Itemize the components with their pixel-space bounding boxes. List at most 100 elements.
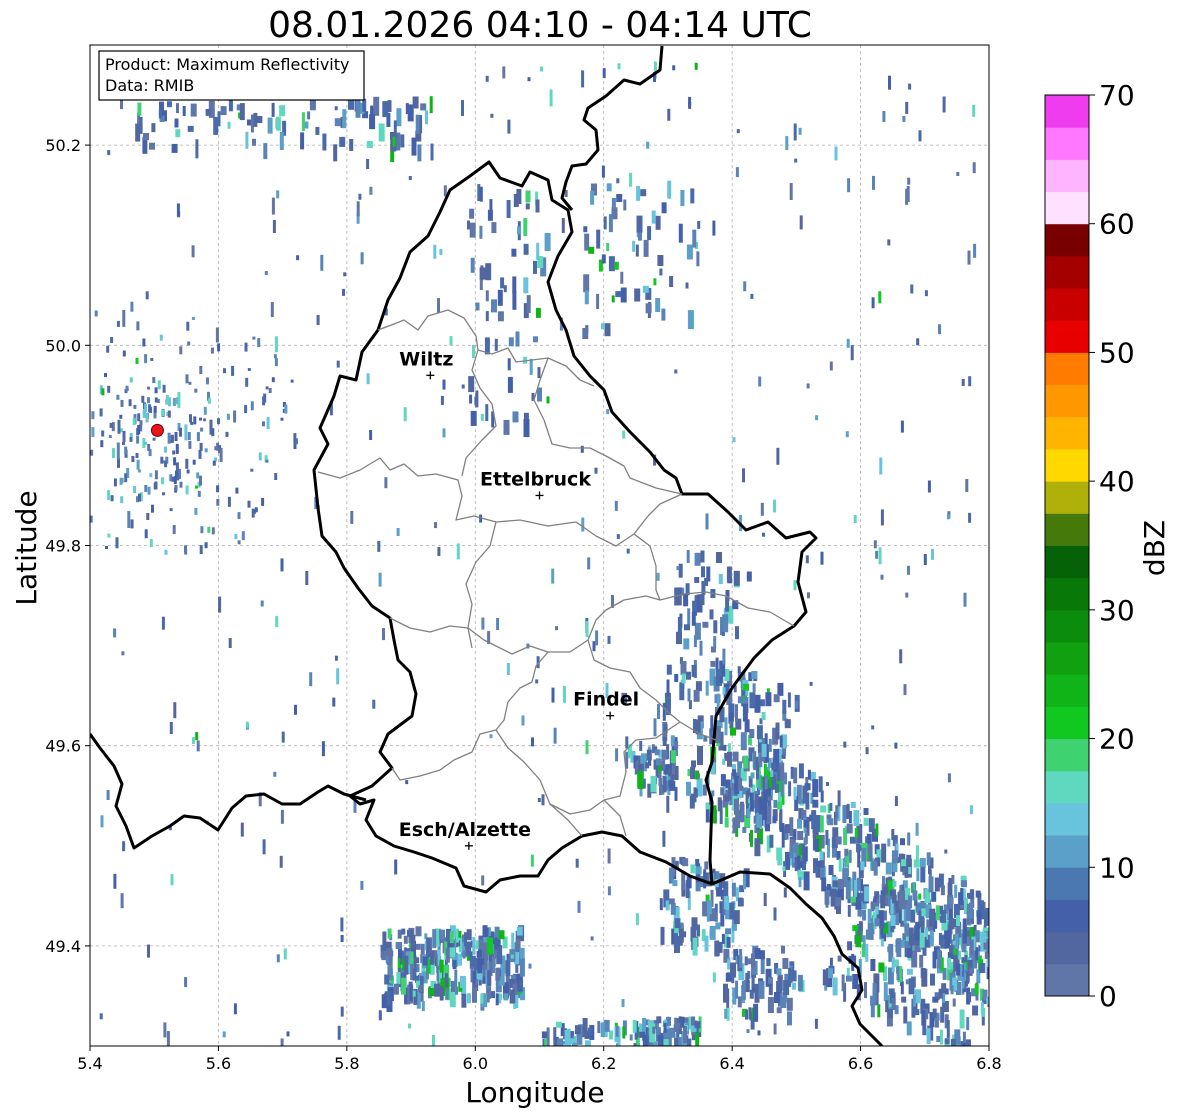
echo-pixel bbox=[710, 715, 714, 732]
echo-pixel bbox=[918, 130, 922, 142]
echo-pixel bbox=[832, 880, 839, 888]
echo-pixel bbox=[788, 781, 792, 797]
echo-pixel bbox=[162, 384, 166, 393]
echo-pixel bbox=[161, 616, 165, 630]
echo-pixel bbox=[847, 941, 853, 951]
echo-pixel bbox=[595, 630, 599, 646]
echo-pixel bbox=[491, 222, 497, 234]
echo-pixel bbox=[582, 328, 589, 339]
echo-pixel bbox=[803, 819, 809, 828]
echo-pixel bbox=[679, 682, 685, 701]
echo-pixel bbox=[468, 376, 475, 393]
echo-pixel bbox=[273, 354, 277, 359]
y-tick-label: 50.0 bbox=[45, 336, 81, 355]
echo-pixel bbox=[993, 940, 999, 953]
echo-pixel bbox=[722, 758, 726, 765]
colorbar-segment bbox=[1045, 642, 1089, 675]
echo-pixel bbox=[280, 1038, 284, 1046]
echo-pixel bbox=[758, 798, 764, 815]
echo-pixel bbox=[343, 272, 347, 277]
echo-pixel bbox=[966, 903, 973, 919]
echo-pixel bbox=[293, 433, 297, 444]
echo-pixel bbox=[953, 948, 957, 956]
echo-pixel bbox=[732, 751, 739, 762]
echo-pixel bbox=[723, 744, 727, 751]
echo-pixel bbox=[480, 993, 484, 1004]
echo-pixel bbox=[1003, 976, 1008, 987]
echo-pixel bbox=[320, 254, 324, 271]
echo-pixel bbox=[963, 592, 967, 607]
echo-pixel bbox=[875, 550, 879, 559]
echo-pixel bbox=[247, 119, 251, 126]
echo-pixel bbox=[280, 417, 284, 421]
echo-pixel bbox=[162, 492, 165, 496]
echo-pixel bbox=[174, 485, 178, 491]
echo-pixel bbox=[526, 295, 531, 314]
echo-pixel bbox=[827, 818, 834, 826]
echo-pixel bbox=[587, 1027, 592, 1035]
echo-pixel bbox=[961, 379, 965, 386]
echo-pixel bbox=[647, 226, 652, 241]
echo-pixel bbox=[790, 970, 797, 982]
echo-pixel bbox=[191, 737, 195, 745]
echo-pixel bbox=[176, 203, 180, 217]
echo-pixel bbox=[774, 992, 780, 1003]
echo-pixel bbox=[750, 772, 755, 779]
echo-pixel bbox=[763, 790, 768, 803]
echo-pixel bbox=[271, 102, 275, 117]
info-product: Product: Maximum Reflectivity bbox=[105, 55, 349, 74]
echo-pixel bbox=[724, 717, 728, 736]
echo-pixel bbox=[927, 480, 931, 493]
echo-pixel bbox=[305, 571, 309, 585]
echo-pixel bbox=[53, 401, 56, 411]
echo-pixel bbox=[94, 310, 98, 317]
echo-pixel bbox=[838, 878, 844, 889]
echo-pixel bbox=[497, 311, 504, 322]
echo-pixel bbox=[692, 229, 697, 248]
echo-pixel bbox=[806, 383, 810, 389]
echo-pixel bbox=[905, 101, 909, 114]
echo-pixel bbox=[1005, 945, 1010, 951]
echo-pixel bbox=[195, 485, 198, 489]
echo-pixel bbox=[82, 470, 85, 477]
echo-pixel bbox=[535, 307, 541, 318]
echo-pixel bbox=[494, 338, 498, 351]
echo-pixel bbox=[779, 823, 785, 832]
echo-pixel bbox=[544, 233, 551, 251]
echo-pixel bbox=[877, 1004, 881, 1018]
echo-pixel bbox=[101, 430, 105, 437]
echo-pixel bbox=[151, 123, 156, 133]
echo-pixel bbox=[78, 470, 81, 474]
echo-pixel bbox=[205, 108, 211, 116]
echo-pixel bbox=[581, 70, 585, 88]
echo-pixel bbox=[679, 930, 683, 946]
echo-pixel bbox=[172, 525, 176, 534]
echo-pixel bbox=[1009, 943, 1014, 953]
echo-pixel bbox=[133, 486, 137, 493]
echo-pixel bbox=[825, 891, 829, 908]
echo-pixel bbox=[107, 385, 111, 393]
echo-pixel bbox=[672, 880, 678, 887]
echo-pixel bbox=[366, 373, 370, 385]
echo-pixel bbox=[203, 418, 207, 422]
echo-pixel bbox=[870, 959, 876, 971]
y-tick-label: 49.8 bbox=[45, 537, 81, 556]
echo-pixel bbox=[725, 909, 730, 920]
echo-pixel bbox=[774, 783, 779, 793]
echo-pixel bbox=[926, 852, 931, 866]
echo-pixel bbox=[725, 596, 730, 612]
echo-pixel bbox=[449, 931, 454, 944]
echo-pixel bbox=[410, 934, 416, 949]
echo-pixel bbox=[120, 399, 124, 407]
echo-pixel bbox=[336, 360, 340, 368]
echo-pixel bbox=[604, 323, 611, 337]
echo-pixel bbox=[265, 459, 269, 463]
echo-pixel bbox=[983, 907, 989, 926]
echo-pixel bbox=[907, 177, 911, 185]
echo-pixel bbox=[437, 298, 440, 314]
echo-pixel bbox=[865, 747, 869, 755]
echo-pixel bbox=[873, 896, 877, 903]
echo-pixel bbox=[231, 365, 235, 376]
echo-pixel bbox=[83, 463, 86, 466]
echo-pixel bbox=[265, 386, 269, 390]
